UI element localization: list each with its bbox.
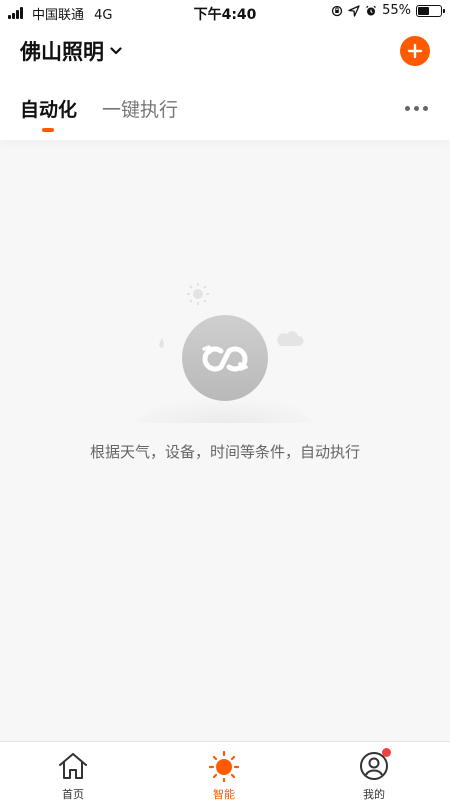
empty-state-text: 根据天气，设备，时间等条件，自动执行 <box>89 443 360 461</box>
battery-level <box>418 6 429 15</box>
active-tab-indicator <box>42 128 54 132</box>
status-bar: 中国联通 4G 下午4:40 55% <box>0 0 450 24</box>
chevron-down-icon <box>110 47 122 55</box>
tab-smart[interactable]: 智能 <box>184 748 264 800</box>
battery-percent: 55% <box>382 3 411 18</box>
tab-one-click[interactable]: 一键执行 <box>102 95 178 122</box>
small-sun-icon <box>187 283 209 305</box>
more-dot <box>414 106 419 111</box>
home-icon <box>59 753 87 779</box>
tab-mine-label: 我的 <box>363 788 385 800</box>
tab-automation[interactable]: 自动化 <box>20 95 77 122</box>
notification-badge <box>382 748 391 757</box>
tab-home[interactable]: 首页 <box>33 748 113 800</box>
more-button[interactable] <box>403 104 430 113</box>
alarm-icon <box>366 5 377 15</box>
tab-smart-label: 智能 <box>213 788 235 800</box>
cloud-icon <box>277 331 304 346</box>
location-icon <box>348 4 360 17</box>
battery-icon <box>416 4 445 17</box>
home-name: 佛山照明 <box>20 40 104 64</box>
tab-mine[interactable]: 我的 <box>334 748 414 800</box>
empty-state-illustration <box>135 283 315 423</box>
raindrop-icon <box>159 338 164 348</box>
more-dot <box>405 106 410 111</box>
sun-icon <box>208 750 240 782</box>
tab-home-label: 首页 <box>62 788 84 800</box>
top-panel: 中国联通 4G 下午4:40 55% 佛山照明 自动化 一键执行 <box>0 0 450 140</box>
home-selector[interactable]: 佛山照明 <box>20 36 122 66</box>
bottom-tab-bar: 首页 智能 我的 <box>0 741 450 800</box>
rotation-lock-icon <box>331 5 343 16</box>
add-button[interactable] <box>400 36 430 66</box>
more-dot <box>423 106 428 111</box>
plus-icon <box>407 43 423 59</box>
